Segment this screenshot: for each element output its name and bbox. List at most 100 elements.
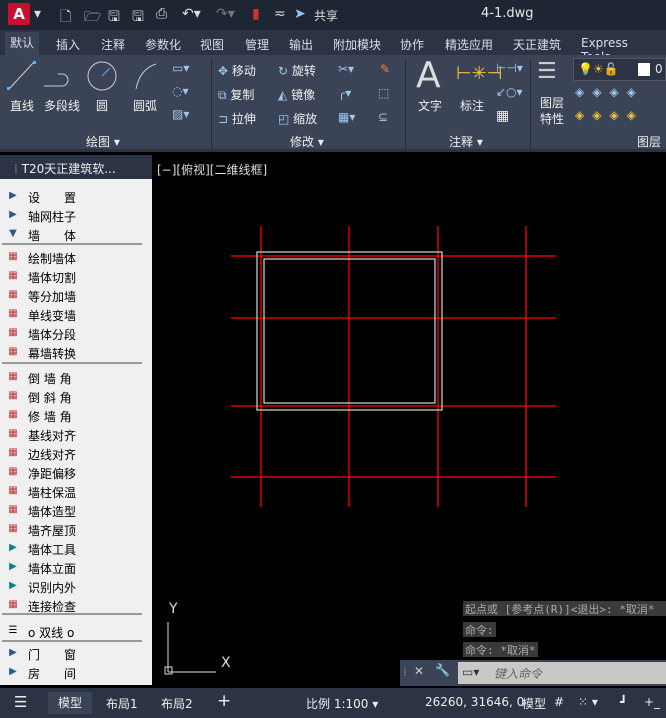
text-icon[interactable]: A [416,55,441,96]
circle-button[interactable]: 圆 [96,97,108,114]
palette-item[interactable]: ☰ o 双线 o [0,622,150,641]
tab-addins[interactable]: 附加模块 [328,34,386,55]
tab-collaborate[interactable]: 协作 [395,34,429,55]
dimension-button[interactable]: 标注 [460,97,484,114]
tab-default[interactable]: 默认 [5,32,40,55]
tab-model[interactable]: 模型 [48,692,93,714]
customize-dropdown-icon[interactable]: ≂ [274,6,286,22]
array-icon[interactable]: ▦▾ [338,110,355,124]
tab-parametric[interactable]: 参数化 [140,34,186,55]
tab-layout1[interactable]: 布局1 [106,695,138,712]
open-file-icon[interactable]: 🗁 [84,6,101,30]
palette-item[interactable]: ▦ 墙体造型 [0,501,150,520]
hatch-icon[interactable]: ▨▾ [172,107,189,121]
palette-item[interactable]: ▦ 墙体分段 [0,324,150,343]
palette-item[interactable]: ▦ 绘制墙体 [0,248,150,267]
palette-item[interactable]: ▦ 倒 斜 角 [0,387,150,406]
palette-item[interactable]: ▶ 房 间 [0,663,150,682]
palette-item[interactable]: ▦ 边线对齐 [0,444,150,463]
erase-icon[interactable]: ✎ [380,62,390,76]
drag-handle-icon[interactable]: ⁞ [403,665,407,679]
command-input[interactable]: ▭▾ 键入命令 [458,662,666,684]
tab-view[interactable]: 视图 [195,34,229,55]
palette-item[interactable]: ▦ 净距偏移 [0,463,150,482]
share-icon[interactable]: ➤ [294,6,306,22]
ellipse-icon[interactable]: ◌▾ [172,84,189,98]
tab-tangent[interactable]: 天正建筑 [508,34,566,55]
palette-item[interactable]: ▶ 轴网柱子 [0,206,150,225]
offset-icon[interactable]: ⊆ [378,110,388,124]
save-as-icon[interactable]: 🖫 [132,6,144,30]
palette-item[interactable]: ▦ 单线变墙 [0,305,150,324]
palette-item[interactable]: ▦ 基线对齐 [0,425,150,444]
table-icon[interactable]: ▦ [496,108,509,124]
palette-item[interactable]: ▦ 修 墙 角 [0,406,150,425]
palette-item[interactable]: ▦ 墙柱保温 [0,482,150,501]
grid-icon[interactable]: # [554,695,564,709]
layer-properties-button[interactable]: 图层 特性 [540,95,564,127]
tab-annotate[interactable]: 注释 [96,34,130,55]
close-icon[interactable]: ✕ [414,664,424,678]
command-prompt-icon[interactable]: ▭▾ [462,665,479,679]
wrench-icon[interactable]: 🔧 [435,663,450,677]
palette-item[interactable]: ▼ 墙 体 [0,225,150,244]
palette-item[interactable]: ▶ 墙体工具 [0,539,150,558]
layer-tools-row2-icons[interactable]: ◈◈◈◈ [575,108,644,122]
arc-button[interactable]: 圆弧 [133,97,157,114]
palette-item[interactable]: ▦ 等分加墙 [0,286,150,305]
trim-icon[interactable]: ✂▾ [338,62,354,76]
scale-button[interactable]: ◰ 缩放 [278,110,317,127]
app-menu-dropdown-icon[interactable]: ▾ [34,6,41,22]
add-layout-button[interactable]: + [217,691,231,711]
linear-dim-icon[interactable]: ⊢⊣▾ [496,61,523,75]
layer-dropdown[interactable]: 💡☀🔓 0 [573,58,666,81]
redo-icon[interactable]: ↷▾ [216,6,235,22]
save-icon[interactable]: 🖫 [108,6,120,30]
copy-button[interactable]: ⧉ 复制 [218,86,254,103]
palette-item[interactable]: ▶ 设 置 [0,187,150,206]
line-button[interactable]: 直线 [10,97,34,114]
new-file-icon[interactable]: 🗋 [60,6,71,30]
ortho-icon[interactable]: ┛ [620,695,627,709]
scale-dropdown[interactable]: 比例 1:100 ▾ [306,695,378,712]
print-icon[interactable]: ⎙ [156,6,167,22]
palette-item[interactable]: ▶ 门 窗 [0,644,150,663]
layer-tools-row1-icons[interactable]: ◈◈◈◈ [575,85,644,99]
move-button[interactable]: ✥ 移动 [218,62,256,79]
tab-output[interactable]: 输出 [284,34,318,55]
palette-item[interactable]: ▶ 识别内外 [0,577,150,596]
mirror-button[interactable]: ◭ 镜像 [278,86,315,103]
palette-item[interactable]: ▶ 墙体立面 [0,558,150,577]
share-button[interactable]: 共享 [314,7,338,24]
layers-panel-label[interactable]: 图层 [637,133,661,150]
dwf-icon[interactable]: ▮ [252,6,260,22]
palette-title[interactable]: ⁞ T20天正建筑软... [0,155,152,179]
annotation-panel-label[interactable]: 注释 ▾ [449,133,483,150]
palette-item[interactable]: ▦ 幕墙转换 [0,343,150,362]
tab-insert[interactable]: 插入 [51,34,85,55]
layer-properties-icon[interactable]: ☰ [537,59,557,84]
rotate-button[interactable]: ↻ 旋转 [278,62,316,79]
palette-item[interactable]: ▦ 倒 墙 角 [0,368,150,387]
undo-icon[interactable]: ↶▾ [182,6,201,22]
explode-icon[interactable]: ⬚ [378,86,389,100]
fillet-icon[interactable]: ╭▾ [338,86,351,100]
leader-icon[interactable]: ↙○▾ [496,85,523,99]
layer-on-icon[interactable]: 💡☀🔓 [578,62,619,76]
tab-layout2[interactable]: 布局2 [161,695,193,712]
model-space-button[interactable]: 模型 [522,695,546,712]
menu-icon[interactable]: ☰ [14,693,27,711]
palette-item[interactable]: ▦ 墙齐屋顶 [0,520,150,539]
modify-panel-label[interactable]: 修改 ▾ [290,133,324,150]
palette-item[interactable]: ▦ 墙体切割 [0,267,150,286]
draw-panel-label[interactable]: 绘图 ▾ [86,133,120,150]
rectangle-icon[interactable]: ▭▾ [172,61,189,75]
snap-icon[interactable]: ⁙ ▾ [578,695,598,709]
tab-manage[interactable]: 管理 [240,34,274,55]
tab-featured-apps[interactable]: 精选应用 [440,34,498,55]
stretch-button[interactable]: ⊐ 拉伸 [218,110,256,127]
app-menu-button[interactable]: A [8,3,30,25]
polyline-button[interactable]: 多段线 [44,97,80,114]
text-button[interactable]: 文字 [418,97,442,114]
dynamic-input-icon[interactable]: +_ [644,695,660,709]
